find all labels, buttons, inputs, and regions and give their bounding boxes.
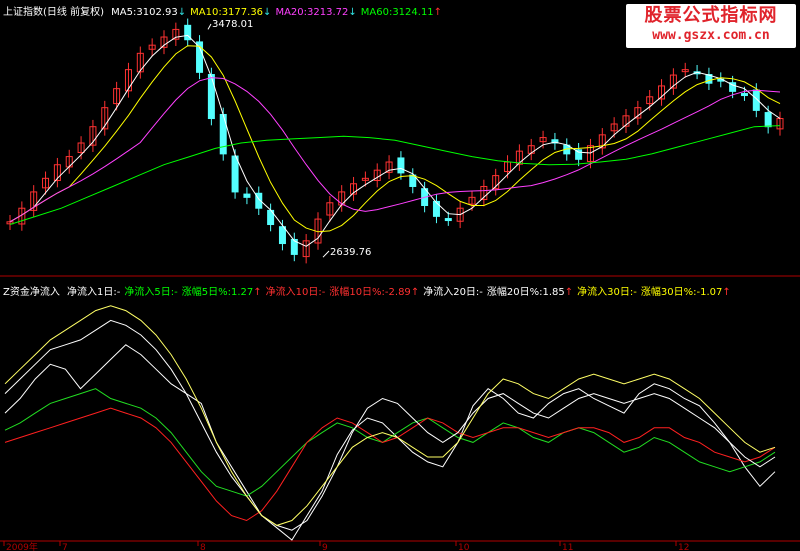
legend-item: 净流入20日:- bbox=[423, 287, 483, 298]
candle-body bbox=[207, 74, 215, 120]
index-title: 上证指数(日线 前复权) bbox=[3, 7, 104, 18]
low-marker bbox=[322, 250, 330, 258]
flow-1d-line bbox=[4, 344, 776, 541]
ma60-line bbox=[9, 125, 781, 225]
watermark-url: www.gszx.com.cn bbox=[652, 28, 770, 43]
legend-item: 净流入10日:- bbox=[265, 287, 326, 298]
legend-item: MA20:3213.72↓ bbox=[275, 7, 357, 18]
bottom-panel-header: Z资金净流入 净流入1日:- 净流入5日:- 涨幅5日%:1.27↑ 净流入10日:-… bbox=[3, 283, 739, 298]
moving-average-lines bbox=[9, 23, 781, 258]
flow-10d-line bbox=[4, 407, 776, 522]
candle-body bbox=[764, 112, 772, 128]
tick-label: 11 bbox=[562, 543, 573, 551]
legend-item: 涨幅5日%:1.27↑ bbox=[181, 287, 262, 298]
top-panel-header: 上证指数(日线 前复权) MA5:3102.93↓ MA10:3177.36↓ MA… bbox=[3, 3, 450, 18]
candle-body bbox=[231, 155, 239, 193]
low-price-label: 2639.76 bbox=[330, 247, 371, 258]
tick-label: 9 bbox=[322, 543, 328, 551]
legend-item: 净流入1日:- bbox=[67, 287, 121, 298]
candle-body bbox=[278, 226, 286, 245]
flow-30d-line bbox=[4, 305, 776, 526]
arrow-down-icon: ↓ bbox=[348, 7, 357, 18]
high-marker bbox=[207, 23, 212, 30]
candle-body bbox=[444, 218, 452, 222]
kline-chart: 2009年 7 8 9 10 11 12 3478.01 2639.76 bbox=[0, 18, 800, 551]
legend-item: 涨幅10日%:-2.89↑ bbox=[329, 287, 420, 298]
legend-item: MA60:3124.11↑ bbox=[360, 7, 443, 18]
legend-item: 净流入30日:- bbox=[577, 287, 637, 298]
candle-body bbox=[397, 157, 405, 174]
ma-legend: MA5:3102.93↓ MA10:3177.36↓ MA20:3213.72↓ MA… bbox=[111, 7, 446, 18]
ma5-line bbox=[9, 34, 781, 247]
indicator-title: Z资金净流入 bbox=[3, 287, 60, 298]
fund-flow-lines bbox=[4, 305, 776, 541]
arrow-up-icon: ↑ bbox=[722, 287, 731, 298]
candlestick-series bbox=[6, 18, 784, 264]
arrow-up-icon: ↑ bbox=[410, 287, 420, 298]
candle-body bbox=[432, 200, 440, 217]
legend-item: 涨幅20日%:1.85↑ bbox=[486, 287, 574, 298]
arrow-up-icon: ↑ bbox=[433, 7, 443, 18]
legend-item: MA10:3177.36↓ bbox=[190, 7, 272, 18]
grid-lines bbox=[0, 275, 800, 542]
x-axis-ticks: 2009年 7 8 9 10 11 12 bbox=[3, 541, 689, 551]
tick-label: 8 bbox=[200, 543, 206, 551]
tick-label: 7 bbox=[62, 543, 68, 551]
high-price-label: 3478.01 bbox=[212, 19, 253, 30]
flow-5d-line bbox=[4, 388, 776, 497]
candle-body bbox=[740, 93, 748, 97]
arrow-down-icon: ↓ bbox=[263, 7, 272, 18]
tick-label: 10 bbox=[458, 543, 470, 551]
flow-legend: 净流入1日:- 净流入5日:- 涨幅5日%:1.27↑ 净流入10日:- 涨幅10日%:… bbox=[67, 287, 735, 298]
legend-item: MA5:3102.93↓ bbox=[111, 7, 187, 18]
arrow-down-icon: ↓ bbox=[177, 7, 187, 18]
legend-item: 涨幅30日%:-1.07↑ bbox=[640, 287, 731, 298]
flow-20d-line bbox=[4, 319, 776, 531]
site-watermark: 股票公式指标网 www.gszx.com.cn bbox=[626, 4, 796, 48]
tick-label: 2009年 bbox=[6, 541, 38, 551]
arrow-up-icon: ↑ bbox=[253, 287, 262, 298]
tick-label: 12 bbox=[678, 543, 689, 551]
arrow-up-icon: ↑ bbox=[564, 287, 574, 298]
candle-body bbox=[243, 193, 251, 198]
legend-item: 净流入5日:- bbox=[124, 287, 178, 298]
watermark-title: 股票公式指标网 bbox=[644, 5, 778, 26]
